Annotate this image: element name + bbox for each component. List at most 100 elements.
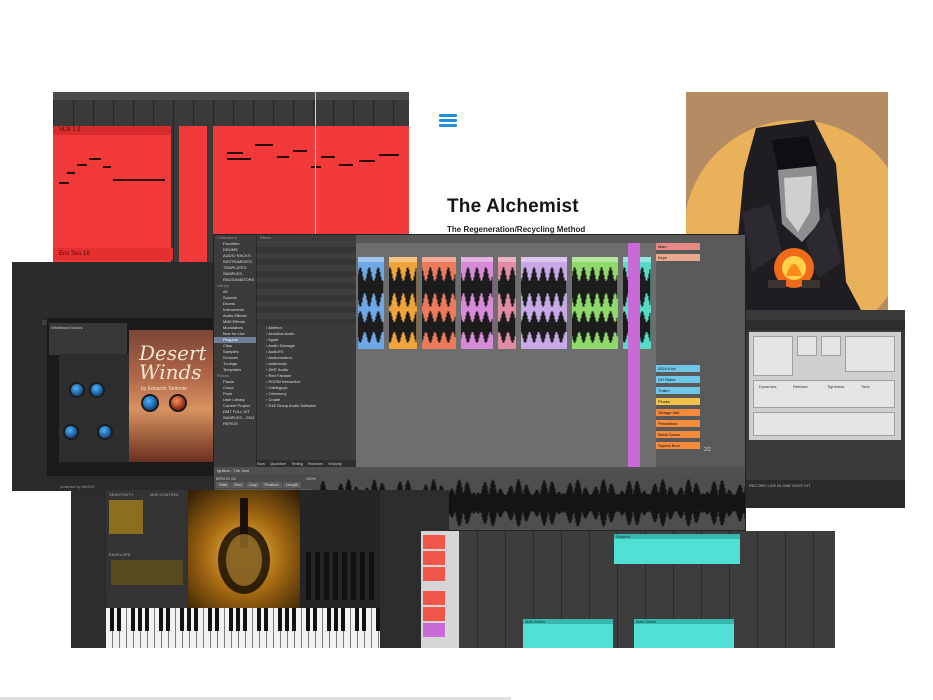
piano-black-key[interactable] [208, 608, 212, 631]
clip-control-button[interactable]: Length [282, 482, 301, 488]
mixer-fader[interactable] [306, 552, 311, 600]
sampler-control-block[interactable] [845, 336, 895, 372]
piano-keyboard[interactable] [106, 608, 380, 648]
piano-black-key[interactable] [117, 608, 121, 631]
midi-note[interactable] [89, 158, 101, 160]
piano-black-key[interactable] [236, 608, 240, 631]
arrangement-ruler[interactable] [356, 235, 656, 243]
midi-note[interactable] [379, 154, 399, 156]
browser-tab[interactable]: Now [257, 461, 265, 466]
piano-black-key[interactable] [306, 608, 310, 631]
piano-black-key[interactable] [355, 608, 359, 631]
midi-note[interactable] [321, 156, 335, 158]
sampler-control-block[interactable] [753, 336, 793, 376]
mixer-fader[interactable] [369, 552, 374, 600]
piano-black-key[interactable] [180, 608, 184, 631]
track-header[interactable]: Keys [656, 254, 700, 261]
mixer-fader[interactable] [342, 552, 347, 600]
midi-note[interactable] [59, 182, 69, 184]
audio-clip[interactable] [388, 257, 417, 349]
volume-knob[interactable] [97, 424, 113, 440]
piano-black-key[interactable] [292, 608, 296, 631]
plugin-vendor-item[interactable]: › D16 Group Audio Software [257, 403, 356, 409]
audio-clip[interactable] [460, 257, 493, 349]
clip-control-button[interactable]: Loop [245, 482, 261, 488]
midi-note[interactable] [339, 164, 353, 166]
track-header[interactable]: Squeal Bum [656, 442, 700, 449]
piano-black-key[interactable] [334, 608, 338, 631]
piano-black-key[interactable] [285, 608, 289, 631]
envelope-display[interactable] [111, 560, 183, 585]
browser-tab[interactable]: Timing [291, 461, 303, 466]
browser-place-item[interactable]: REPIDS [214, 421, 256, 427]
track-header[interactable]: Vintage Vari [656, 409, 700, 416]
clip-slot[interactable] [423, 591, 445, 605]
reverb-knob[interactable] [69, 382, 85, 398]
midi-note[interactable] [227, 158, 251, 160]
midi-clip[interactable]: Main Notes [523, 619, 613, 648]
browser-tab[interactable]: Random [308, 461, 323, 466]
velocity-curve[interactable] [109, 500, 143, 534]
menu-logo-icon[interactable] [439, 114, 457, 128]
browser-tab[interactable]: Quantize [270, 461, 286, 466]
piano-black-key[interactable] [110, 608, 114, 631]
mixer-fader[interactable] [315, 552, 320, 600]
sampler-control-block[interactable] [797, 336, 817, 356]
midi-clip[interactable] [179, 126, 207, 267]
piano-black-key[interactable] [264, 608, 268, 631]
piano-black-key[interactable] [187, 608, 191, 631]
sampler-control-block[interactable] [821, 336, 841, 356]
clip-slot[interactable] [423, 535, 445, 549]
midi-note[interactable] [103, 166, 111, 168]
midi-clip[interactable]: Rhythm [614, 534, 740, 564]
track-header[interactable]: Plucks [656, 398, 700, 405]
clip-control-button[interactable]: Position [261, 482, 282, 488]
midi-clip[interactable]: VLN 1 2 [53, 126, 171, 267]
piano-black-key[interactable] [138, 608, 142, 631]
clip-slot[interactable] [423, 607, 445, 621]
midi-clip[interactable]: Ens Sus 16 [53, 248, 173, 260]
timeline-ruler[interactable] [53, 92, 409, 100]
tone-knob[interactable] [89, 382, 105, 398]
midi-note[interactable] [227, 152, 243, 154]
piano-black-key[interactable] [159, 608, 163, 631]
bpm-value[interactable]: 97.00 [226, 476, 236, 481]
midi-note[interactable] [255, 144, 273, 146]
audio-clip[interactable] [520, 257, 567, 349]
mixer-fader[interactable] [333, 552, 338, 600]
audio-clip[interactable] [357, 257, 384, 349]
midi-note[interactable] [293, 150, 307, 152]
piano-black-key[interactable] [229, 608, 233, 631]
speed-knob[interactable] [63, 424, 79, 440]
midi-note[interactable] [359, 160, 375, 162]
track-header[interactable]: 2024 Kick [656, 365, 700, 372]
mixer-fader[interactable] [360, 552, 365, 600]
piano-black-key[interactable] [131, 608, 135, 631]
midi-note[interactable] [77, 164, 87, 166]
piano-black-key[interactable] [327, 608, 331, 631]
piano-black-key[interactable] [215, 608, 219, 631]
clip-slot[interactable] [423, 567, 445, 581]
piano-black-key[interactable] [362, 608, 366, 631]
clip-slot[interactable] [423, 623, 445, 637]
piano-black-key[interactable] [376, 608, 380, 631]
track-header[interactable]: Main [656, 243, 700, 250]
clip-control-button[interactable]: End [231, 482, 245, 488]
piano-black-key[interactable] [166, 608, 170, 631]
track-header[interactable]: OH Rides [656, 376, 700, 383]
instrument-rack[interactable]: Windwood Voices [49, 323, 127, 355]
midi-note[interactable] [277, 156, 289, 158]
vibrato-knob[interactable] [169, 394, 187, 412]
piano-black-key[interactable] [313, 608, 317, 631]
piano-black-key[interactable] [145, 608, 149, 631]
mixer-fader[interactable] [324, 552, 329, 600]
midi-clip[interactable]: Main Notes [634, 619, 734, 648]
midi-note[interactable] [311, 166, 321, 168]
dynamics-knob[interactable] [141, 394, 159, 412]
track-header[interactable]: Phrasebox [656, 420, 700, 427]
track-header[interactable]: Metal Sauce [656, 431, 700, 438]
midi-note[interactable] [113, 179, 165, 181]
clip-slot[interactable] [423, 551, 445, 565]
sampler-control-block[interactable] [753, 412, 895, 436]
piano-black-key[interactable] [257, 608, 261, 631]
